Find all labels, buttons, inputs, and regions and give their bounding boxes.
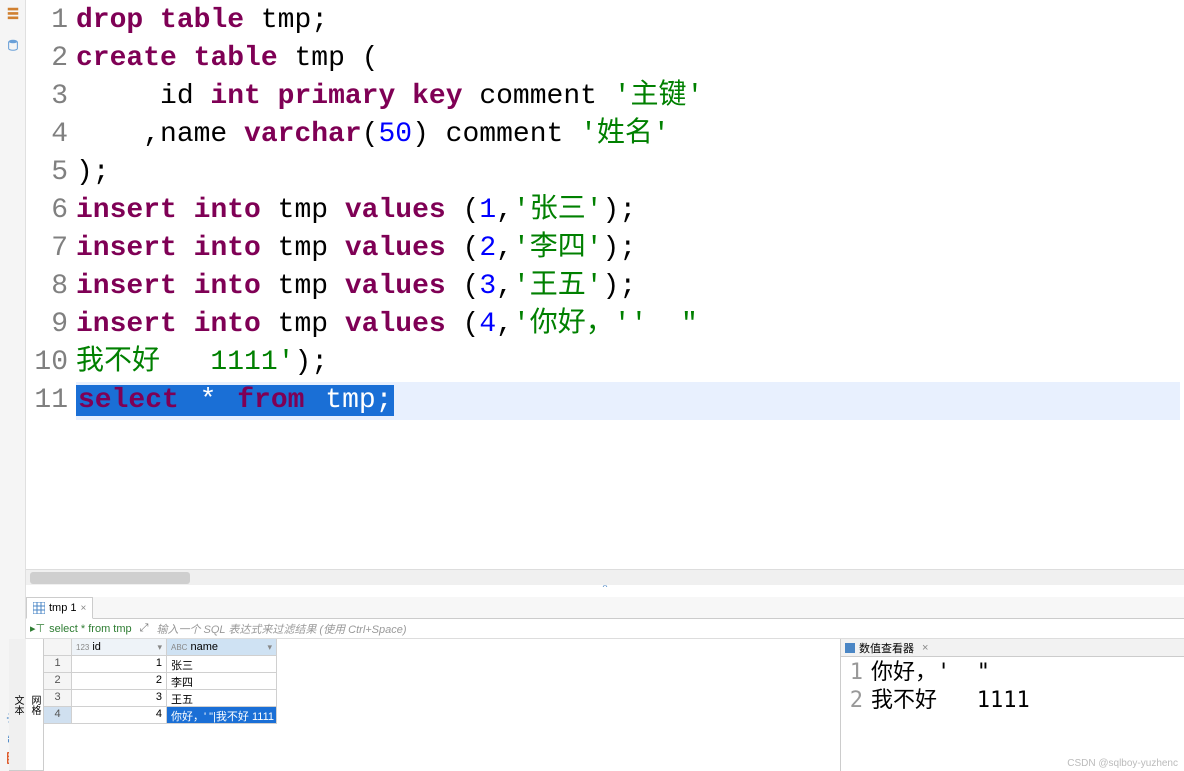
db-icon[interactable] <box>6 38 20 52</box>
code-pane: 1234567891011 drop table tmp;create tabl… <box>26 0 1184 771</box>
value-viewer-icon <box>845 643 855 653</box>
code-content[interactable]: drop table tmp;create table tmp ( id int… <box>74 0 1184 569</box>
expand-icon[interactable]: ⤢ <box>136 622 153 635</box>
text-mode-tab[interactable]: 文本 <box>9 639 26 771</box>
horizontal-scrollbar[interactable] <box>26 569 1184 585</box>
table-row[interactable]: 44你好，' "|我不好 1111 <box>44 707 442 724</box>
result-grid[interactable]: 123id▾ABCname▾11张三22李四33王五44你好，' "|我不好 1… <box>44 639 442 771</box>
editor-area: 1234567891011 drop table tmp;create tabl… <box>0 0 1184 771</box>
filter-input-placeholder[interactable]: 输入一个 SQL 表达式来过滤结果 (使用 Ctrl+Space) <box>152 621 410 637</box>
outline-icon[interactable] <box>6 6 20 20</box>
results-tab[interactable]: tmp 1 × <box>26 597 93 619</box>
grid-spacer <box>442 639 840 771</box>
executed-sql-label: select * from tmp <box>45 623 136 635</box>
line-number-gutter: 1234567891011 <box>26 0 74 569</box>
code-editor[interactable]: 1234567891011 drop table tmp;create tabl… <box>26 0 1184 569</box>
close-icon[interactable]: × <box>922 642 928 654</box>
table-row[interactable]: 11张三 <box>44 656 442 673</box>
value-viewer-title: 数值查看器 <box>859 640 914 656</box>
result-mode-tabs: 网格 文本 <box>26 639 44 771</box>
table-icon <box>33 602 45 614</box>
grid-mode-tab[interactable]: 网格 <box>26 639 43 771</box>
table-row[interactable]: 22李四 <box>44 673 442 690</box>
sql-preview-icon[interactable]: ▸⊤ <box>26 622 45 635</box>
column-header-id[interactable]: 123id▾ <box>72 639 167 656</box>
value-viewer-text: 你好，' "我不好 1111 <box>871 659 1030 769</box>
result-area: 网格 文本 123id▾ABCname▾11张三22李四33王五44你好，' "… <box>26 639 1184 771</box>
column-header-name[interactable]: ABCname▾ <box>167 639 277 656</box>
scrollbar-thumb[interactable] <box>30 572 190 584</box>
panel-resize-handle[interactable]: ⌃ <box>26 585 1184 597</box>
filter-bar: ▸⊤ select * from tmp ⤢ 输入一个 SQL 表达式来过滤结果… <box>26 619 1184 639</box>
value-viewer-header: 数值查看器 × <box>841 639 1184 657</box>
watermark: CSDN @sqlboy-yuzhenc <box>1067 758 1178 769</box>
value-viewer-body[interactable]: 12 你好，' "我不好 1111 <box>841 657 1184 771</box>
value-viewer-linenums: 12 <box>847 659 871 769</box>
results-tab-bar: tmp 1 × <box>26 597 1184 619</box>
table-row[interactable]: 33王五 <box>44 690 442 707</box>
tab-label: tmp 1 <box>49 602 77 614</box>
app-root: 1234567891011 drop table tmp;create tabl… <box>0 0 1184 771</box>
value-viewer-panel: 数值查看器 × 12 你好，' "我不好 1111 <box>840 639 1184 771</box>
close-icon[interactable]: × <box>81 603 87 614</box>
